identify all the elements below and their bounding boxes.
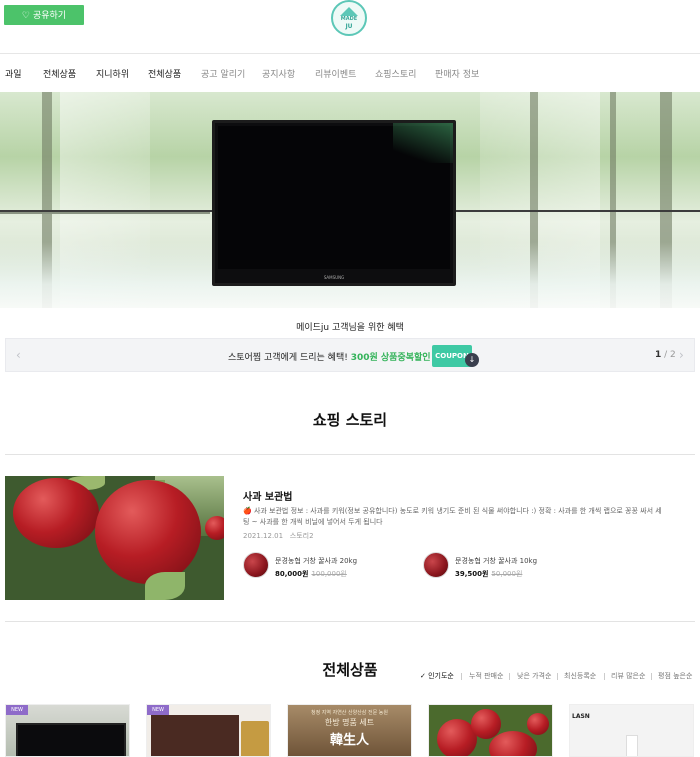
product-card[interactable]	[428, 704, 553, 757]
product-thumbnail	[243, 552, 269, 578]
sort-options: ✓ 인기도순 누적 판매순 낮은 가격순 최신등록순 리뷰 많은순 평점 높은순	[420, 671, 698, 683]
coupon-pager: 1 / 2	[655, 350, 676, 360]
coupon-banner[interactable]: ‹ 스토어찜 고객에게 드리는 혜택! 300원 상품중복할인 COUPON ↓…	[5, 338, 695, 372]
logo-text-top: MADE	[340, 16, 358, 22]
leaf	[145, 572, 185, 600]
sort-cumulative[interactable]: 누적 판매순	[469, 671, 503, 681]
apple	[527, 713, 549, 735]
product-sale-price: 80,000원	[275, 570, 309, 578]
sort-separator	[509, 673, 510, 680]
mountain-icon	[340, 7, 358, 16]
product-card[interactable]: 청정 지역 자연산 산양산삼 전문 농원 한방 명품 세트 韓生人	[287, 704, 412, 757]
main-nav: 과일 전체상품 지니하위 전체상품 공고 알리기 공지사항 리뷰이벤트 쇼핑스토…	[0, 62, 700, 84]
story-product-card[interactable]: 문경농협 거창 꿀사과 20kg 80,000원 100,000원	[243, 552, 413, 580]
product-name: 문경농협 거창 꿀사과 20kg	[275, 557, 358, 565]
product-thumbnail	[423, 552, 449, 578]
product-image-label: LASN	[572, 713, 590, 720]
nav-item-review-event[interactable]: 리뷰이벤트	[315, 67, 356, 80]
product-original-price: 100,000원	[311, 570, 347, 578]
product-name: 문경농협 거창 꿀사과 10kg	[455, 557, 538, 565]
product-price: 80,000원 100,000원	[275, 569, 347, 579]
sort-popular[interactable]: ✓ 인기도순	[420, 671, 454, 681]
story-product-card[interactable]: 문경농협 거창 꿀사과 10kg 39,500원 50,000원	[423, 552, 593, 580]
chevron-right-icon[interactable]: ›	[679, 348, 684, 362]
nav-item-seller-info[interactable]: 판매자 정보	[435, 67, 479, 80]
sort-low-price[interactable]: 낮은 가격순	[517, 671, 551, 681]
monitor-image: SAMSUNG	[212, 120, 456, 286]
story-description: 🍎 사과 보관법 정보 : 사과를 키워(정보 공유합니다) 농도로 키워 냉기…	[243, 507, 662, 526]
product-image-subtitle: 한방 명품 세트	[324, 718, 375, 727]
apple	[95, 480, 201, 584]
product-sale-price: 39,500원	[455, 570, 489, 578]
top-bar: ♡ 공유하기 MADE JU	[0, 0, 700, 54]
heart-hands-icon: ♡	[21, 10, 30, 20]
shopping-story-title: 쇼핑 스토리	[312, 411, 388, 429]
sort-reviews[interactable]: 리뷰 많은순	[611, 671, 645, 681]
story-title[interactable]: 사과 보관법	[243, 488, 292, 503]
story-author: 스토리2	[289, 532, 314, 540]
product-image-title: 韓生人	[329, 733, 369, 748]
coupon-message: 스토어찜 고객에게 드리는 혜택! 300원 상품중복할인	[228, 350, 431, 363]
pager-total: / 2	[664, 350, 676, 360]
nav-item-fruit[interactable]: 과일	[5, 67, 22, 80]
product-card[interactable]: LASN	[569, 704, 694, 757]
product-image-monitor	[16, 723, 126, 756]
chevron-left-icon[interactable]: ‹	[16, 348, 21, 362]
product-image-goldbox	[241, 721, 269, 756]
sort-separator	[461, 673, 462, 680]
sort-separator	[604, 673, 605, 680]
logo-text-bottom: JU	[345, 23, 353, 30]
hero-line	[0, 212, 210, 214]
coupon-message-text: 스토어찜 고객에게 드리는 혜택!	[228, 353, 351, 363]
product-image-bottle	[626, 735, 638, 756]
share-button-label: 공유하기	[32, 10, 67, 20]
story-meta: 2021.12.01 스토리2	[243, 531, 314, 541]
nav-item-notice-share[interactable]: 공고 알리기	[201, 67, 245, 80]
nav-item-notices[interactable]: 공지사항	[262, 67, 295, 80]
product-image-caption: 청정 지역 자연산 산양산삼 전문 농원	[311, 710, 388, 716]
nav-item-sub[interactable]: 지니하위	[96, 67, 129, 80]
sort-separator	[651, 673, 652, 680]
story-date: 2021.12.01	[243, 532, 284, 540]
product-original-price: 50,000원	[491, 570, 523, 578]
nav-item-all-products[interactable]: 전체상품	[43, 67, 76, 80]
divider	[5, 621, 695, 622]
store-logo[interactable]: MADE JU	[331, 0, 367, 36]
monitor-brand: SAMSUNG	[323, 275, 345, 280]
new-badge: NEW	[147, 705, 169, 715]
sort-rating[interactable]: 평점 높은순	[658, 671, 692, 681]
product-card[interactable]: NEW	[5, 704, 130, 757]
product-price: 39,500원 50,000원	[455, 569, 522, 579]
apple	[13, 478, 99, 548]
nav-item-all-products-2[interactable]: 전체상품	[148, 67, 181, 80]
benefit-title: 메이드ju 고객님을 위한 혜택	[296, 323, 404, 333]
sort-separator	[557, 673, 558, 680]
download-arrow-icon[interactable]: ↓	[465, 353, 479, 367]
share-button[interactable]: ♡ 공유하기	[4, 5, 84, 25]
product-card[interactable]: NEW	[146, 704, 271, 757]
product-image-giftbox	[151, 715, 239, 756]
apple	[489, 731, 537, 756]
divider	[5, 454, 695, 455]
pager-current: 1	[655, 350, 662, 360]
monitor-glare	[393, 123, 453, 163]
nav-item-shopping-story[interactable]: 쇼핑스토리	[375, 67, 416, 80]
coupon-highlight: 300원 상품중복할인	[350, 353, 431, 363]
apple	[205, 516, 224, 540]
new-badge: NEW	[6, 705, 28, 715]
story-image[interactable]	[5, 476, 224, 600]
sort-newest[interactable]: 최신등록순	[564, 671, 596, 681]
